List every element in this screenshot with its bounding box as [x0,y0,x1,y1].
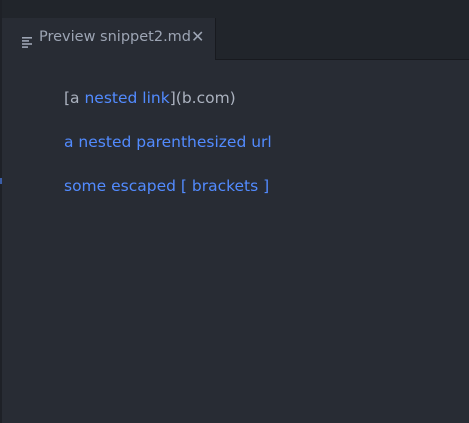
text-prefix: [a [64,89,85,107]
preview-paragraph: some escaped [ brackets ] [64,175,269,197]
gutter-marker [0,178,2,184]
escaped-brackets-link[interactable]: some escaped [ brackets ] [64,177,269,195]
close-icon[interactable]: ✕ [191,27,204,47]
preview-paragraph: a nested parenthesized url [64,131,272,153]
tab-bar: Preview snippet2.md ✕ [2,0,469,60]
text-suffix: ](b.com) [169,89,236,107]
parenthesized-url-link[interactable]: a nested parenthesized url [64,133,272,151]
preview-paragraph: [a nested link](b.com) [64,87,236,109]
tab-title: Preview snippet2.md [39,29,192,45]
markdown-file-icon [22,33,32,48]
tab-preview-snippet2[interactable]: Preview snippet2.md ✕ [2,18,216,60]
nested-link[interactable]: nested link [84,89,169,107]
window-left-edge [0,0,2,423]
